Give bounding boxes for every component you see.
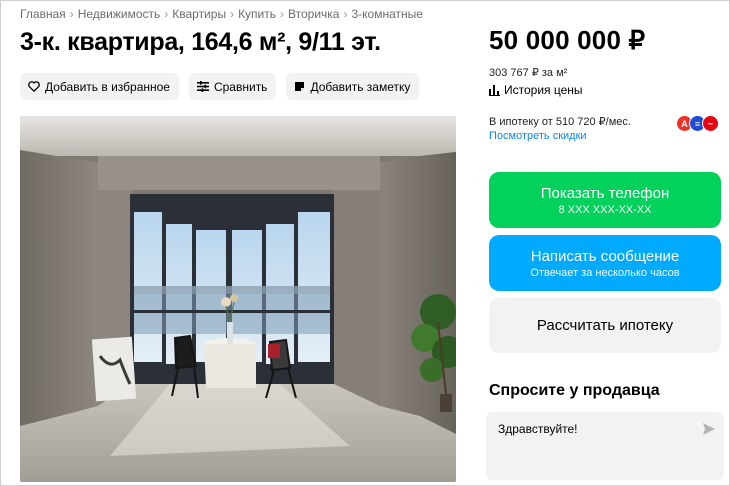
add-to-favorites-label: Добавить в избранное [45, 79, 170, 94]
calculate-mortgage-label: Рассчитать ипотеку [536, 317, 674, 334]
add-note-button[interactable]: Добавить заметку [286, 73, 420, 100]
response-time: Отвечает за несколько часов [530, 266, 680, 279]
mortgage-offer: В ипотеку от 510 720 ₽/мес. [489, 116, 631, 128]
view-discounts-link[interactable]: Посмотреть скидки [489, 130, 587, 142]
send-icon[interactable] [702, 422, 716, 436]
breadcrumb-item-buy[interactable]: Купить [238, 7, 276, 21]
show-phone-button[interactable]: Показать телефон 8 XXX XXX-XX-XX [489, 172, 721, 228]
breadcrumb-separator: › [230, 7, 235, 21]
page-title: 3-к. квартира, 164,6 м², 9/11 эт. [20, 28, 381, 56]
seller-message-input[interactable]: Здравствуйте! [486, 412, 724, 480]
add-to-favorites-button[interactable]: Добавить в избранное [20, 73, 179, 100]
price-per-meter: 303 767 ₽ за м² [489, 67, 568, 79]
compare-icon [196, 81, 209, 92]
listing-actions: Добавить в избранное Сравнить Добавить з… [20, 73, 420, 100]
write-message-button[interactable]: Написать сообщение Отвечает за несколько… [489, 235, 721, 291]
compare-label: Сравнить [213, 79, 268, 94]
masked-phone: 8 XXX XXX-XX-XX [558, 203, 652, 216]
price-history-label: История цены [504, 83, 583, 97]
breadcrumb-item-home[interactable]: Главная [20, 7, 66, 21]
breadcrumb-item-secondary[interactable]: Вторичка [288, 7, 339, 21]
breadcrumb-separator: › [343, 7, 348, 21]
heart-icon [28, 81, 40, 92]
breadcrumb-item-3-rooms[interactable]: 3-комнатные [351, 7, 422, 21]
listing-photo[interactable] [20, 116, 456, 482]
ask-seller-heading: Спросите у продавца [489, 382, 660, 399]
breadcrumb-separator: › [164, 7, 169, 21]
breadcrumb: Главная › Недвижимость › Квартиры › Купить › Вто… [20, 7, 423, 21]
compare-button[interactable]: Сравнить [188, 73, 277, 100]
price-history-link[interactable]: История цены [489, 83, 583, 97]
bar-chart-icon [489, 84, 500, 96]
apartment-photo-image [20, 116, 456, 482]
price-value: 50 000 000 ₽ [489, 25, 646, 55]
bank-logos: А ≡ ~ [676, 115, 719, 132]
show-phone-label: Показать телефон [540, 184, 670, 202]
breadcrumb-separator: › [69, 7, 74, 21]
breadcrumb-item-realty[interactable]: Недвижимость [78, 7, 161, 21]
write-message-label: Написать сообщение [530, 247, 680, 265]
calculate-mortgage-button[interactable]: Рассчитать ипотеку [489, 298, 721, 353]
mts-bank-icon: ~ [702, 115, 719, 132]
note-icon [295, 82, 305, 91]
breadcrumb-item-apartments[interactable]: Квартиры [172, 7, 226, 21]
add-note-label: Добавить заметку [310, 79, 411, 94]
breadcrumb-separator: › [280, 7, 285, 21]
